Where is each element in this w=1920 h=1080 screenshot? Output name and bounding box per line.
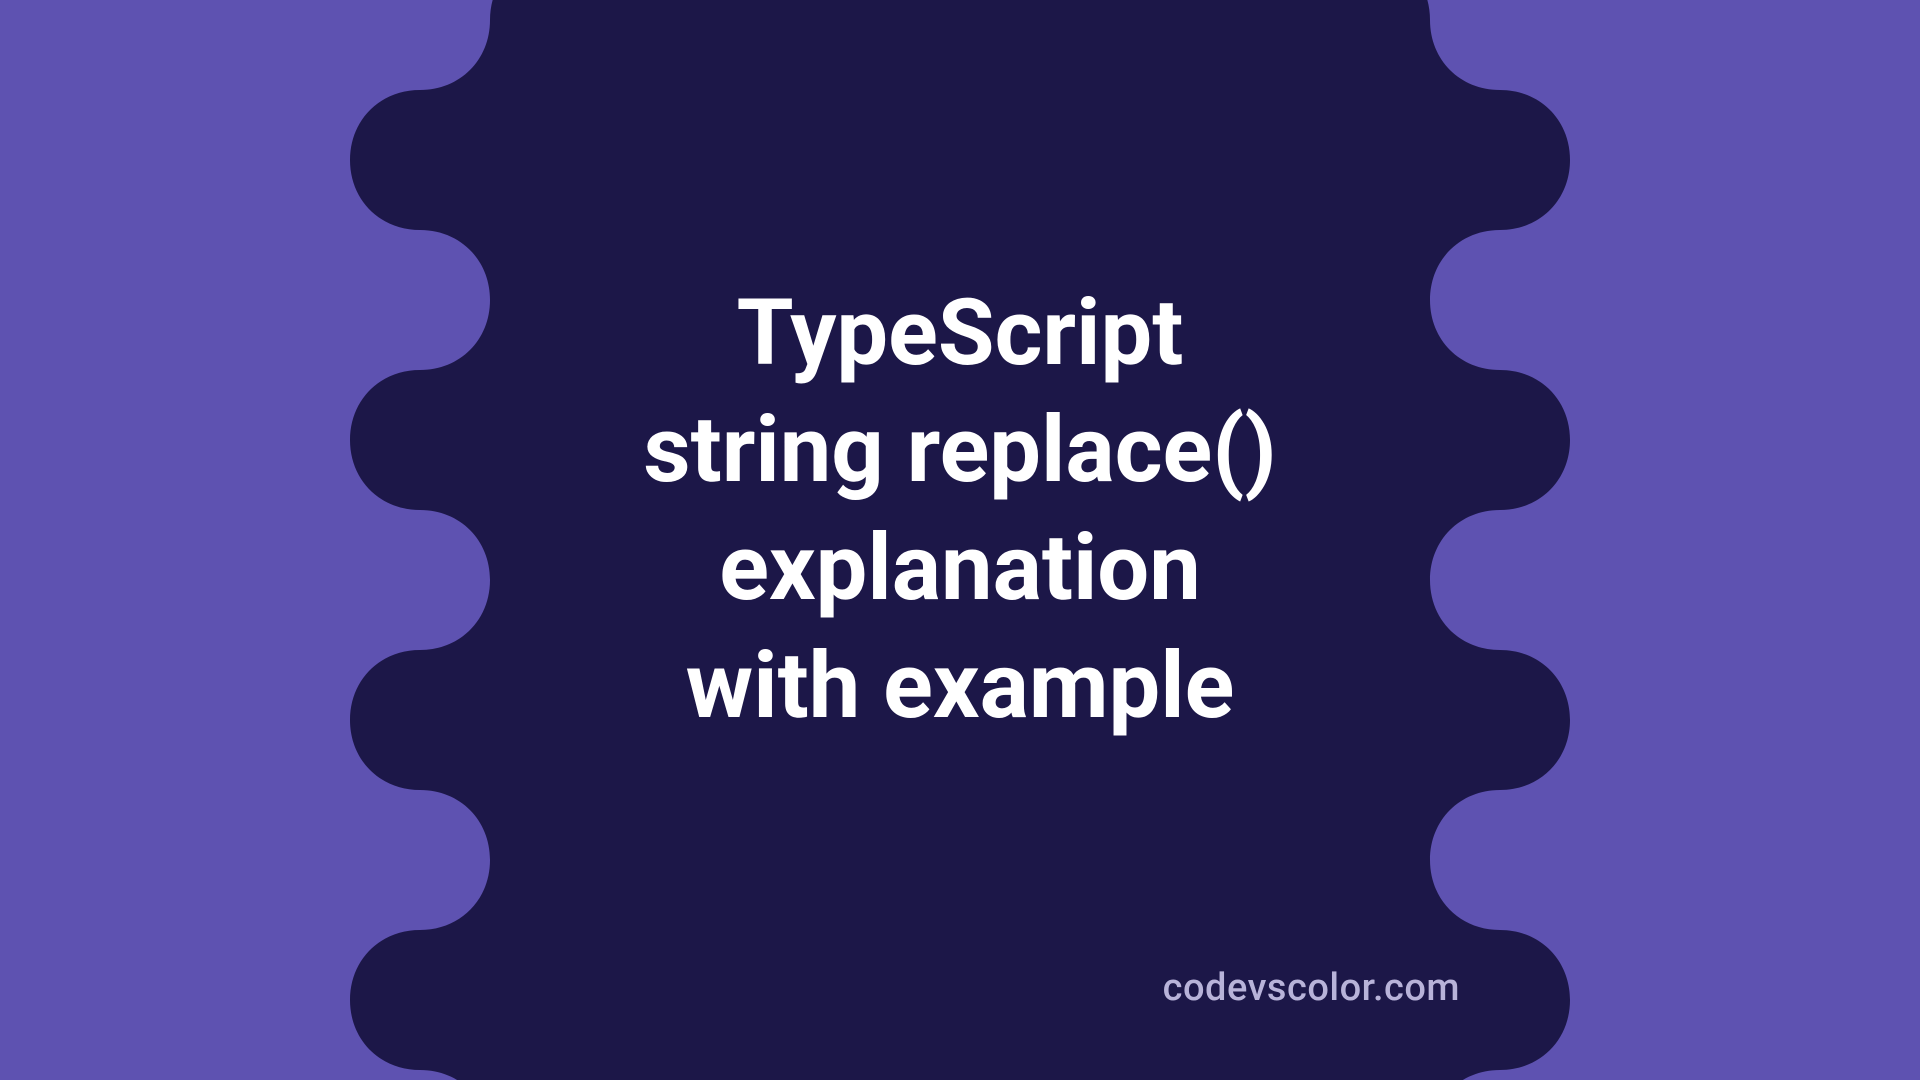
title-text: TypeScript string replace() explanation … <box>643 275 1276 746</box>
content-wrapper: TypeScript string replace() explanation … <box>0 0 1920 1080</box>
watermark-text: codevscolor.com <box>1163 966 1460 1010</box>
